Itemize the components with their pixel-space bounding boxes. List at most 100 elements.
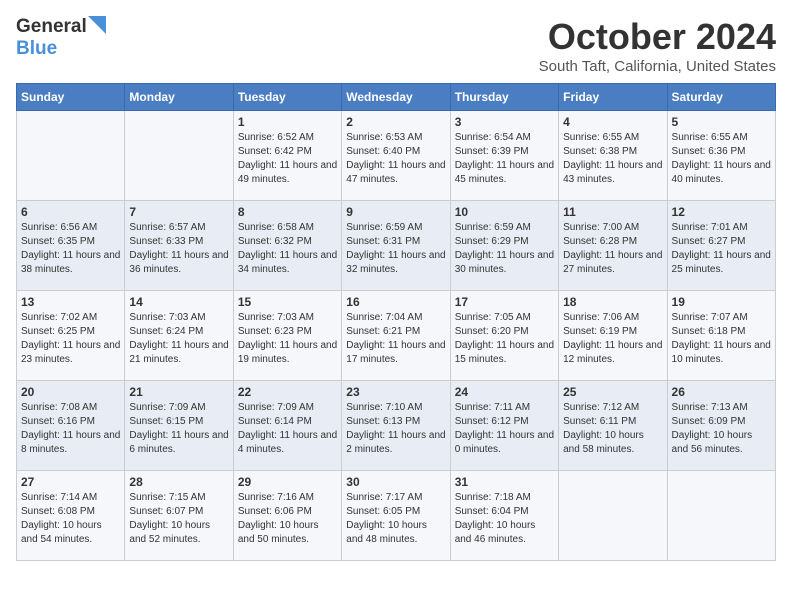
calendar-day-cell <box>667 471 775 561</box>
day-number: 19 <box>672 295 771 309</box>
calendar-day-cell: 6 Sunrise: 6:56 AM Sunset: 6:35 PM Daylig… <box>17 201 125 291</box>
logo-icon <box>88 16 106 34</box>
calendar-day-cell: 27 Sunrise: 7:14 AM Sunset: 6:08 PM Dayli… <box>17 471 125 561</box>
day-number: 1 <box>238 115 337 129</box>
day-info: Sunrise: 7:07 AM Sunset: 6:18 PM Dayligh… <box>672 311 771 367</box>
day-info: Sunrise: 7:01 AM Sunset: 6:27 PM Dayligh… <box>672 221 771 277</box>
calendar-day-cell: 22 Sunrise: 7:09 AM Sunset: 6:14 PM Dayli… <box>233 381 341 471</box>
weekday-header-cell: Wednesday <box>342 84 450 111</box>
day-info: Sunrise: 6:59 AM Sunset: 6:29 PM Dayligh… <box>455 221 554 277</box>
day-info: Sunrise: 6:55 AM Sunset: 6:36 PM Dayligh… <box>672 131 771 187</box>
weekday-header-cell: Monday <box>125 84 233 111</box>
day-number: 5 <box>672 115 771 129</box>
day-number: 9 <box>346 205 445 219</box>
calendar-day-cell: 25 Sunrise: 7:12 AM Sunset: 6:11 PM Dayli… <box>559 381 667 471</box>
calendar-day-cell: 19 Sunrise: 7:07 AM Sunset: 6:18 PM Dayli… <box>667 291 775 381</box>
day-number: 16 <box>346 295 445 309</box>
calendar-day-cell: 18Sunrise: 7:06 AM Sunset: 6:19 PM Dayli… <box>559 291 667 381</box>
day-number: 21 <box>129 385 228 399</box>
day-info: Sunrise: 6:52 AM Sunset: 6:42 PM Dayligh… <box>238 131 337 187</box>
day-number: 24 <box>455 385 554 399</box>
weekday-header-cell: Thursday <box>450 84 558 111</box>
calendar-week-row: 20 Sunrise: 7:08 AM Sunset: 6:16 PM Dayli… <box>17 381 776 471</box>
day-number: 11 <box>563 205 662 219</box>
title-area: October 2024 South Taft, California, Uni… <box>539 16 776 75</box>
calendar-day-cell: 14 Sunrise: 7:03 AM Sunset: 6:24 PM Dayli… <box>125 291 233 381</box>
day-number: 28 <box>129 475 228 489</box>
calendar-day-cell: 3 Sunrise: 6:54 AM Sunset: 6:39 PM Daylig… <box>450 111 558 201</box>
day-info: Sunrise: 6:58 AM Sunset: 6:32 PM Dayligh… <box>238 221 337 277</box>
day-number: 27 <box>21 475 120 489</box>
calendar-week-row: 1 Sunrise: 6:52 AM Sunset: 6:42 PM Daylig… <box>17 111 776 201</box>
calendar-day-cell: 28Sunrise: 7:15 AM Sunset: 6:07 PM Dayli… <box>125 471 233 561</box>
day-info: Sunrise: 7:03 AM Sunset: 6:23 PM Dayligh… <box>238 311 337 367</box>
calendar-day-cell: 13 Sunrise: 7:02 AM Sunset: 6:25 PM Dayli… <box>17 291 125 381</box>
day-info: Sunrise: 6:56 AM Sunset: 6:35 PM Dayligh… <box>21 221 120 277</box>
day-number: 15 <box>238 295 337 309</box>
calendar-day-cell: 10Sunrise: 6:59 AM Sunset: 6:29 PM Dayli… <box>450 201 558 291</box>
weekday-header-cell: Sunday <box>17 84 125 111</box>
day-number: 6 <box>21 205 120 219</box>
calendar-day-cell: 24Sunrise: 7:11 AM Sunset: 6:12 PM Dayli… <box>450 381 558 471</box>
day-info: Sunrise: 7:16 AM Sunset: 6:06 PM Dayligh… <box>238 491 337 547</box>
calendar-day-cell: 20 Sunrise: 7:08 AM Sunset: 6:16 PM Dayli… <box>17 381 125 471</box>
calendar-week-row: 6 Sunrise: 6:56 AM Sunset: 6:35 PM Daylig… <box>17 201 776 291</box>
day-number: 20 <box>21 385 120 399</box>
calendar-table: SundayMondayTuesdayWednesdayThursdayFrid… <box>16 83 776 561</box>
day-info: Sunrise: 7:02 AM Sunset: 6:25 PM Dayligh… <box>21 311 120 367</box>
day-number: 13 <box>21 295 120 309</box>
calendar-day-cell: 2Sunrise: 6:53 AM Sunset: 6:40 PM Daylig… <box>342 111 450 201</box>
day-number: 3 <box>455 115 554 129</box>
day-info: Sunrise: 6:55 AM Sunset: 6:38 PM Dayligh… <box>563 131 662 187</box>
day-info: Sunrise: 7:17 AM Sunset: 6:05 PM Dayligh… <box>346 491 445 547</box>
calendar-day-cell: 21 Sunrise: 7:09 AM Sunset: 6:15 PM Dayli… <box>125 381 233 471</box>
calendar-day-cell: 16 Sunrise: 7:04 AM Sunset: 6:21 PM Dayli… <box>342 291 450 381</box>
day-info: Sunrise: 7:13 AM Sunset: 6:09 PM Dayligh… <box>672 401 771 457</box>
day-number: 30 <box>346 475 445 489</box>
day-info: Sunrise: 7:04 AM Sunset: 6:21 PM Dayligh… <box>346 311 445 367</box>
calendar-day-cell: 15 Sunrise: 7:03 AM Sunset: 6:23 PM Dayli… <box>233 291 341 381</box>
day-number: 12 <box>672 205 771 219</box>
day-number: 4 <box>563 115 662 129</box>
day-info: Sunrise: 7:12 AM Sunset: 6:11 PM Dayligh… <box>563 401 662 457</box>
day-number: 25 <box>563 385 662 399</box>
day-info: Sunrise: 7:09 AM Sunset: 6:15 PM Dayligh… <box>129 401 228 457</box>
day-info: Sunrise: 7:06 AM Sunset: 6:19 PM Dayligh… <box>563 311 662 367</box>
day-info: Sunrise: 6:57 AM Sunset: 6:33 PM Dayligh… <box>129 221 228 277</box>
day-info: Sunrise: 6:53 AM Sunset: 6:40 PM Dayligh… <box>346 131 445 187</box>
calendar-day-cell <box>125 111 233 201</box>
day-number: 26 <box>672 385 771 399</box>
day-number: 7 <box>129 205 228 219</box>
day-info: Sunrise: 7:10 AM Sunset: 6:13 PM Dayligh… <box>346 401 445 457</box>
day-number: 29 <box>238 475 337 489</box>
calendar-day-cell: 8 Sunrise: 6:58 AM Sunset: 6:32 PM Daylig… <box>233 201 341 291</box>
calendar-day-cell: 9Sunrise: 6:59 AM Sunset: 6:31 PM Daylig… <box>342 201 450 291</box>
calendar-day-cell: 12 Sunrise: 7:01 AM Sunset: 6:27 PM Dayli… <box>667 201 775 291</box>
calendar-week-row: 13 Sunrise: 7:02 AM Sunset: 6:25 PM Dayli… <box>17 291 776 381</box>
day-info: Sunrise: 7:03 AM Sunset: 6:24 PM Dayligh… <box>129 311 228 367</box>
calendar-body: 1 Sunrise: 6:52 AM Sunset: 6:42 PM Daylig… <box>17 111 776 561</box>
page-header: General Blue October 2024 South Taft, Ca… <box>16 16 776 75</box>
calendar-week-row: 27 Sunrise: 7:14 AM Sunset: 6:08 PM Dayli… <box>17 471 776 561</box>
day-number: 23 <box>346 385 445 399</box>
day-info: Sunrise: 7:14 AM Sunset: 6:08 PM Dayligh… <box>21 491 120 547</box>
day-number: 17 <box>455 295 554 309</box>
calendar-day-cell: 7 Sunrise: 6:57 AM Sunset: 6:33 PM Daylig… <box>125 201 233 291</box>
calendar-day-cell: 17 Sunrise: 7:05 AM Sunset: 6:20 PM Dayli… <box>450 291 558 381</box>
logo-blue: Blue <box>16 38 57 59</box>
calendar-day-cell: 31Sunrise: 7:18 AM Sunset: 6:04 PM Dayli… <box>450 471 558 561</box>
day-info: Sunrise: 7:00 AM Sunset: 6:28 PM Dayligh… <box>563 221 662 277</box>
day-info: Sunrise: 7:18 AM Sunset: 6:04 PM Dayligh… <box>455 491 554 547</box>
day-info: Sunrise: 6:54 AM Sunset: 6:39 PM Dayligh… <box>455 131 554 187</box>
month-title: October 2024 <box>539 16 776 58</box>
calendar-day-cell <box>17 111 125 201</box>
weekday-header-cell: Friday <box>559 84 667 111</box>
day-info: Sunrise: 7:05 AM Sunset: 6:20 PM Dayligh… <box>455 311 554 367</box>
day-number: 14 <box>129 295 228 309</box>
calendar-day-cell: 23 Sunrise: 7:10 AM Sunset: 6:13 PM Dayli… <box>342 381 450 471</box>
day-number: 8 <box>238 205 337 219</box>
day-number: 22 <box>238 385 337 399</box>
calendar-day-cell: 4 Sunrise: 6:55 AM Sunset: 6:38 PM Daylig… <box>559 111 667 201</box>
day-info: Sunrise: 7:08 AM Sunset: 6:16 PM Dayligh… <box>21 401 120 457</box>
day-info: Sunrise: 7:09 AM Sunset: 6:14 PM Dayligh… <box>238 401 337 457</box>
